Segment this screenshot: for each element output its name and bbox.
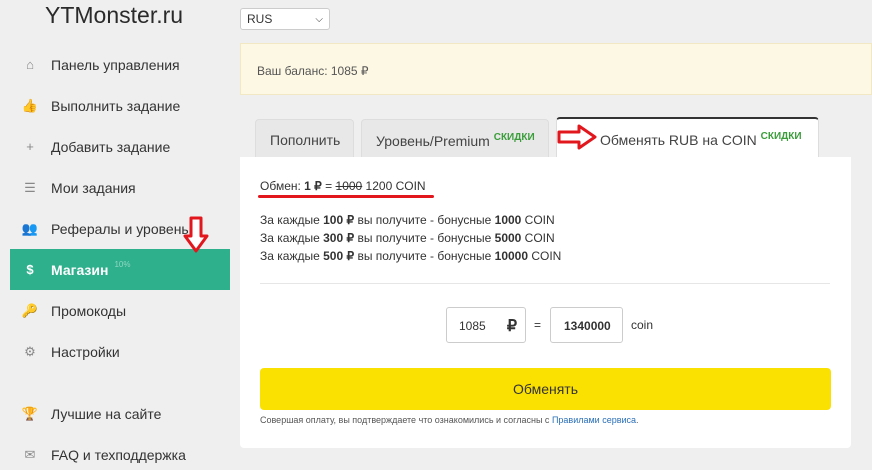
coin-amount-value: 1340000 — [564, 319, 611, 333]
rub-amount-value: 1085 — [459, 319, 486, 333]
sidebar-item-shop[interactable]: $ Магазин 10% — [10, 249, 230, 290]
sidebar-item-dashboard[interactable]: ⌂ Панель управления — [10, 44, 230, 85]
new-rate: 1200 COIN — [362, 179, 426, 193]
dollar-icon: $ — [26, 262, 34, 277]
sidebar-item-label: Панель управления — [51, 56, 180, 73]
sidebar-item-label: Выполнить задание — [51, 97, 181, 114]
balance-text: Ваш баланс: 1085 ₽ — [257, 64, 369, 78]
sidebar-item-do-task[interactable]: 👍 Выполнить задание — [10, 85, 230, 126]
sidebar-item-label: Настройки — [51, 343, 120, 360]
discount-badge: СКИДКИ — [493, 132, 535, 143]
sidebar-item-my-tasks[interactable]: ☰ Мои задания — [10, 167, 230, 208]
exchange-button[interactable]: Обменять — [260, 368, 831, 410]
list-icon: ☰ — [24, 179, 36, 195]
divider — [260, 283, 830, 284]
tab-level-premium[interactable]: Уровень/Premium СКИДКИ — [361, 119, 549, 157]
old-rate: 1000 — [335, 179, 363, 193]
red-arrow-down-icon — [183, 216, 209, 253]
sidebar-item-label: Лучшие на сайте — [51, 405, 162, 422]
users-icon: 👥 — [21, 220, 39, 236]
sidebar-item-label: Магазин — [51, 261, 109, 278]
rub-amount-input[interactable]: 1085 ₽ — [446, 307, 526, 343]
highlight-underline — [258, 195, 434, 198]
discount-badge: СКИДКИ — [760, 131, 802, 142]
sidebar: ⌂ Панель управления 👍 Выполнить задание … — [10, 44, 230, 470]
language-value: RUS — [247, 12, 273, 26]
chevron-down-icon: ⌵ — [315, 13, 323, 25]
ruble-icon: ₽ — [506, 318, 517, 335]
sidebar-item-label: FAQ и техподдержка — [51, 446, 186, 463]
discount-badge: 10% — [114, 260, 131, 269]
thumbs-up-icon: 👍 — [21, 97, 39, 113]
sidebar-item-settings[interactable]: ⚙ Настройки — [10, 331, 230, 372]
coin-amount-field[interactable]: 1340000 — [550, 307, 623, 343]
bonus-line: За каждые 100 ₽ вы получите - бонусные 1… — [260, 213, 555, 227]
site-logo[interactable]: YTMonster.ru — [45, 2, 183, 29]
balance-bar: Ваш баланс: 1085 ₽ — [240, 43, 872, 95]
sidebar-item-label: Рефералы и уровень — [51, 220, 189, 237]
sidebar-item-label: Мои задания — [51, 179, 136, 196]
envelope-icon: ✉ — [24, 446, 36, 462]
bonus-line: За каждые 500 ₽ вы получите - бонусные 1… — [260, 249, 562, 263]
coin-label: coin — [631, 318, 654, 332]
sidebar-item-faq[interactable]: ✉ FAQ и техподдержка — [10, 434, 230, 470]
sidebar-item-label: Добавить задание — [51, 138, 171, 155]
sidebar-item-add-task[interactable]: + Добавить задание — [10, 126, 230, 167]
tab-topup[interactable]: Пополнить — [255, 119, 354, 157]
exchange-panel: Обмен: 1 ₽ = 1000 1200 COIN За каждые 10… — [240, 157, 851, 448]
plus-icon: + — [26, 139, 34, 154]
bonus-line: За каждые 300 ₽ вы получите - бонусные 5… — [260, 231, 555, 245]
language-select[interactable]: RUS ⌵ — [240, 8, 330, 30]
trophy-icon: 🏆 — [21, 405, 39, 421]
agreement-note: Совершая оплату, вы подтверждаете что оз… — [260, 415, 639, 425]
equals-sign: = — [534, 318, 542, 332]
sidebar-item-top[interactable]: 🏆 Лучшие на сайте — [10, 393, 230, 434]
sidebar-item-label: Промокоды — [51, 302, 127, 319]
key-icon: 🔑 — [21, 302, 39, 318]
service-rules-link[interactable]: Правилами сервиса — [552, 415, 636, 425]
red-arrow-right-icon — [557, 124, 597, 150]
home-icon: ⌂ — [26, 57, 34, 72]
gear-icon: ⚙ — [24, 343, 36, 359]
exchange-rate: Обмен: 1 ₽ = 1000 1200 COIN — [260, 179, 426, 193]
sidebar-item-promocodes[interactable]: 🔑 Промокоды — [10, 290, 230, 331]
